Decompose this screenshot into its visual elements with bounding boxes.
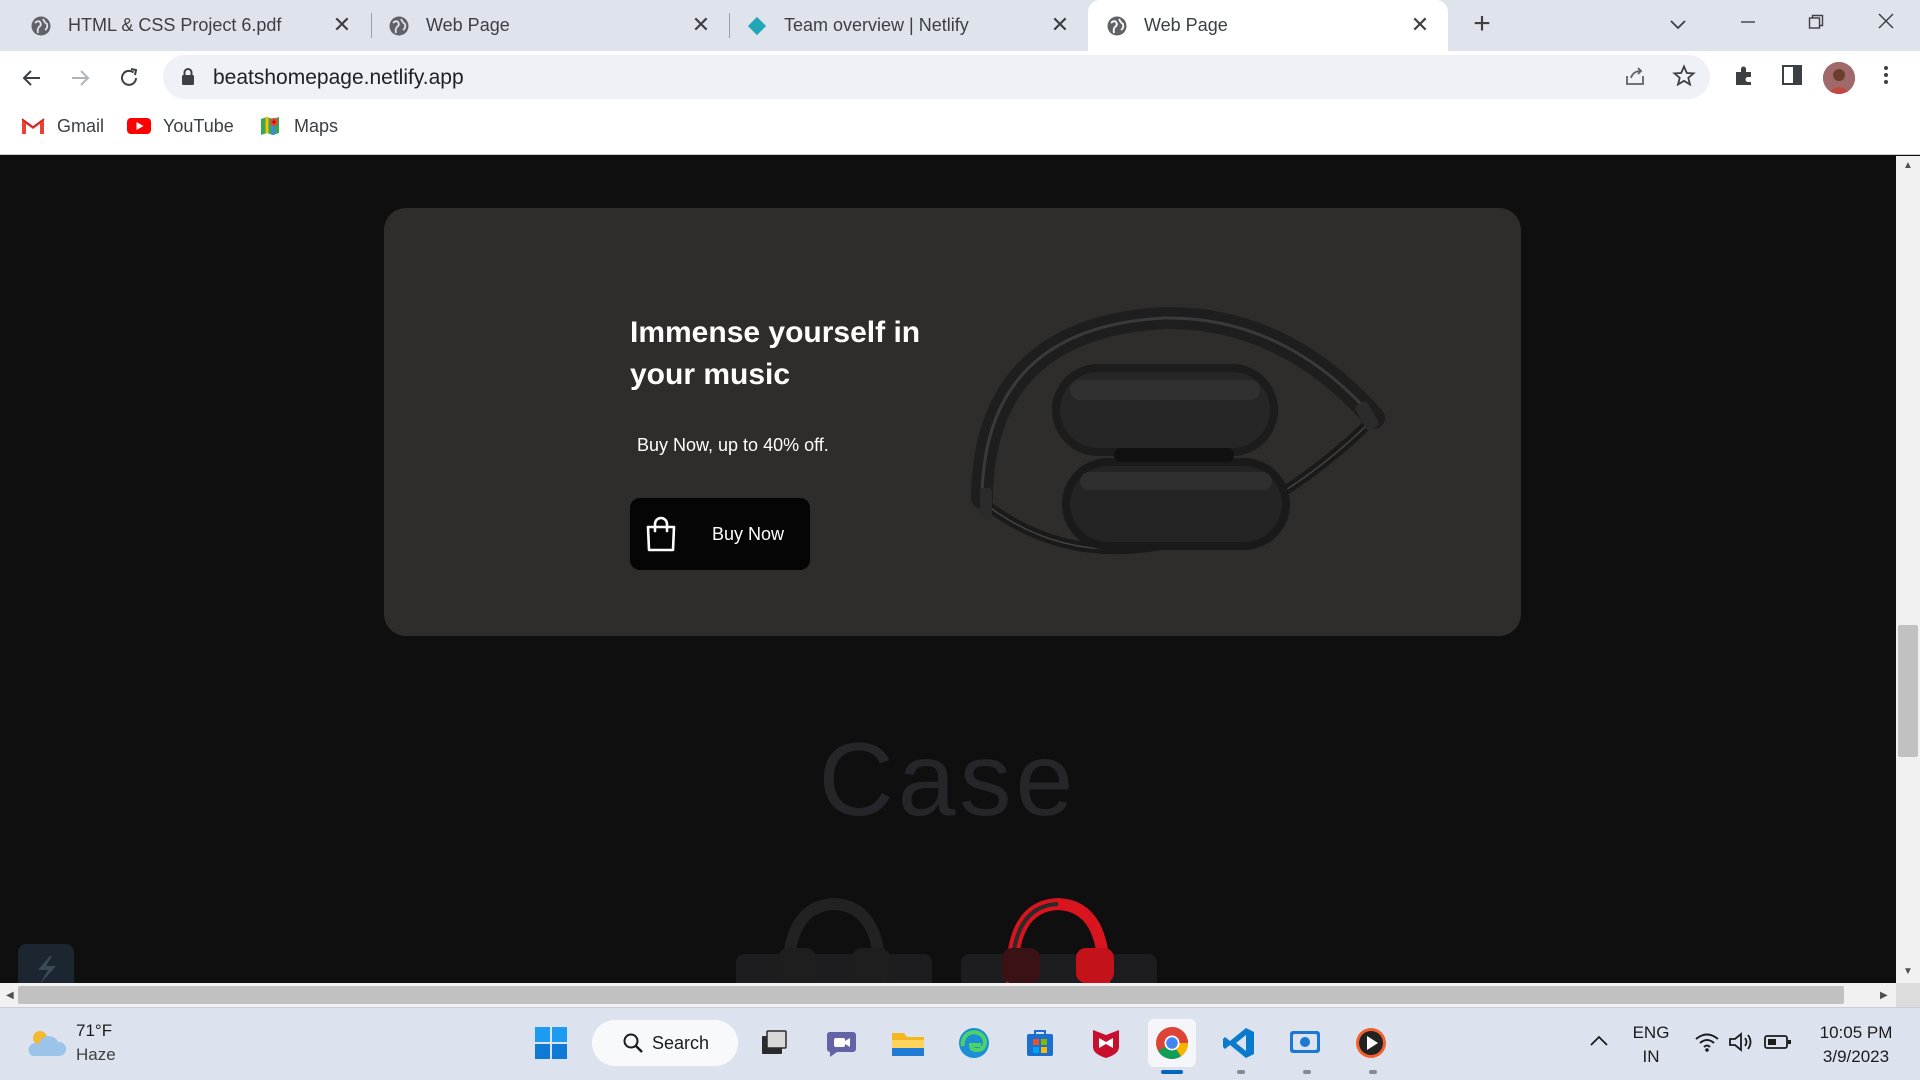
back-button[interactable] xyxy=(14,60,50,96)
battery-icon[interactable] xyxy=(1764,1033,1792,1051)
teams-icon[interactable] xyxy=(818,1019,866,1067)
maps-icon xyxy=(258,116,282,136)
bookmark-star-icon[interactable] xyxy=(1670,64,1698,92)
vertical-scroll-thumb[interactable] xyxy=(1898,625,1918,757)
shopping-bag-icon xyxy=(644,516,678,552)
start-icon[interactable] xyxy=(527,1019,575,1067)
weather-cloud-icon[interactable] xyxy=(22,1022,70,1062)
tab-search-chevron-icon[interactable] xyxy=(1658,8,1698,40)
globe-icon xyxy=(1106,15,1128,37)
tab-title: Team overview | Netlify xyxy=(784,15,969,35)
tab-web-page-active[interactable]: Web Page ✕ xyxy=(1088,0,1448,51)
menu-kebab-icon[interactable] xyxy=(1872,64,1900,92)
chevron-up-icon[interactable] xyxy=(1588,1030,1610,1052)
share-icon[interactable] xyxy=(1621,64,1649,92)
bookmark-maps[interactable]: Maps xyxy=(258,113,338,139)
close-tab-icon[interactable]: ✕ xyxy=(330,13,354,37)
file-explorer-icon[interactable] xyxy=(884,1019,932,1067)
scroll-down-arrow-icon[interactable]: ▼ xyxy=(1903,966,1913,977)
search-label: Search xyxy=(652,1032,710,1053)
screen-recorder-icon[interactable] xyxy=(1281,1019,1329,1067)
language-region[interactable]: IN xyxy=(1628,1045,1674,1069)
close-window-button[interactable] xyxy=(1866,8,1906,40)
language-indicator[interactable]: ENG xyxy=(1628,1021,1674,1045)
tab-title: HTML & CSS Project 6.pdf xyxy=(68,15,282,35)
tab-netlify[interactable]: Team overview | Netlify ✕ xyxy=(730,0,1088,51)
weather-condition[interactable]: Haze xyxy=(76,1043,116,1067)
taskbar-search[interactable]: Search xyxy=(592,1020,738,1066)
buy-now-button[interactable]: Buy Now xyxy=(630,498,810,570)
buy-now-label: Buy Now xyxy=(712,523,785,544)
scroll-right-arrow-icon[interactable]: ▶ xyxy=(1880,990,1888,1001)
headphones-image xyxy=(964,268,1394,568)
vertical-scrollbar[interactable] xyxy=(1896,156,1920,983)
running-indicator xyxy=(1369,1070,1377,1074)
close-tab-icon[interactable]: ✕ xyxy=(1408,13,1432,37)
close-tab-icon[interactable]: ✕ xyxy=(1048,13,1072,37)
close-tab-icon[interactable]: ✕ xyxy=(689,13,713,37)
bookmark-label: Maps xyxy=(294,115,339,136)
mcafee-icon[interactable] xyxy=(1082,1019,1130,1067)
extensions-icon[interactable] xyxy=(1730,64,1758,92)
bookmark-gmail[interactable]: Gmail xyxy=(21,113,104,139)
gmail-icon xyxy=(21,116,45,136)
restore-button[interactable] xyxy=(1796,8,1836,40)
scrollbar-corner xyxy=(1896,983,1920,1007)
scroll-left-arrow-icon[interactable]: ◀ xyxy=(6,990,14,1001)
new-tab-button[interactable]: + xyxy=(1466,9,1498,41)
media-player-icon[interactable] xyxy=(1347,1019,1395,1067)
forward-button[interactable] xyxy=(62,60,98,96)
red-headphones-image xyxy=(1002,896,1114,983)
chrome-icon[interactable] xyxy=(1148,1019,1196,1067)
running-indicator xyxy=(1237,1070,1245,1074)
horizontal-scroll-thumb[interactable] xyxy=(18,986,1844,1004)
tab-html-css-project[interactable]: HTML & CSS Project 6.pdf ✕ xyxy=(0,0,370,51)
tab-web-page-1[interactable]: Web Page ✕ xyxy=(372,0,729,51)
hero-card: Immense yourself in your music Buy Now, … xyxy=(384,208,1521,636)
case-heading: Case xyxy=(818,722,1078,838)
lock-icon[interactable] xyxy=(180,67,196,87)
tab-title: Web Page xyxy=(1144,15,1228,35)
active-app-indicator xyxy=(1161,1070,1183,1074)
store-icon[interactable] xyxy=(1016,1019,1064,1067)
edge-icon[interactable] xyxy=(950,1019,998,1067)
clock-time[interactable]: 10:05 PM xyxy=(1808,1021,1904,1045)
netlify-icon xyxy=(746,15,768,37)
globe-icon xyxy=(30,15,52,37)
hero-title: Immense yourself in your music xyxy=(630,316,921,391)
running-indicator xyxy=(1303,1070,1311,1074)
youtube-icon xyxy=(127,116,151,136)
scroll-up-arrow-icon[interactable]: ▲ xyxy=(1903,160,1913,171)
reload-button[interactable] xyxy=(111,60,147,96)
url-text[interactable]: beatshomepage.netlify.app xyxy=(213,66,464,90)
globe-icon xyxy=(388,15,410,37)
wifi-icon[interactable] xyxy=(1694,1031,1720,1053)
side-panel-icon[interactable] xyxy=(1778,64,1806,92)
floating-widget[interactable] xyxy=(18,944,74,983)
profile-avatar[interactable] xyxy=(1823,62,1855,94)
vscode-icon[interactable] xyxy=(1215,1019,1263,1067)
tab-title: Web Page xyxy=(426,15,510,35)
clock-date[interactable]: 3/9/2023 xyxy=(1808,1045,1904,1069)
black-headphones-image xyxy=(778,896,890,983)
bookmark-label: Gmail xyxy=(57,115,105,136)
search-icon xyxy=(622,1032,644,1054)
bookmark-youtube[interactable]: YouTube xyxy=(127,113,234,139)
task-view-icon[interactable] xyxy=(750,1019,798,1067)
minimize-button[interactable] xyxy=(1728,8,1768,40)
page-viewport: Immense yourself in your music Buy Now, … xyxy=(0,156,1896,983)
hero-subtitle: Buy Now, up to 40% off. xyxy=(637,435,829,455)
volume-icon[interactable] xyxy=(1728,1031,1754,1053)
bookmark-label: YouTube xyxy=(163,115,234,136)
weather-temp[interactable]: 71°F xyxy=(76,1019,112,1043)
